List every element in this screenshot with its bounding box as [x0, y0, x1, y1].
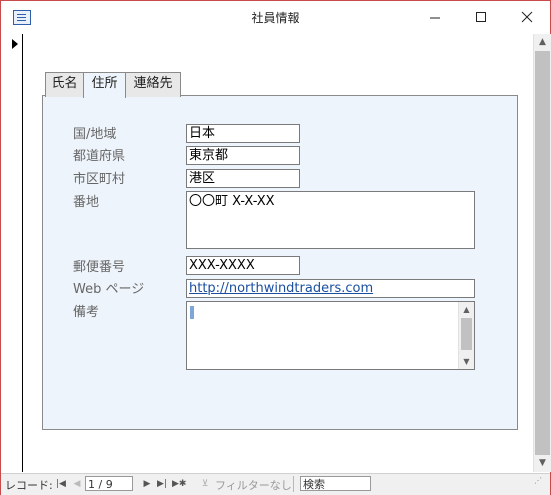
scroll-thumb[interactable]	[535, 51, 550, 455]
web-field[interactable]: http://northwindtraders.com	[186, 279, 475, 298]
city-label: 市区町村	[73, 172, 126, 187]
address-label: 番地	[73, 195, 100, 210]
record-selector[interactable]	[1, 34, 23, 472]
postal-label: 郵便番号	[73, 260, 126, 275]
scroll-down-icon[interactable]: ▼	[459, 354, 474, 369]
scroll-down-icon[interactable]: ▼	[534, 455, 551, 472]
notes-field[interactable]: ▲ ▼	[186, 301, 475, 370]
form-window: 社員情報 ▲ ▼ 国/地域 日本 都道府県 東京都 市区町村 港区 番地 〇〇町…	[0, 0, 551, 495]
tab-address[interactable]: 住所	[83, 72, 126, 98]
record-navigation-bar: レコード: |◀ ◀ 1 / 9 ▶ ▶| ▶✱ ⊻ フィルターなし 検索 ⋰	[1, 473, 550, 495]
address-field[interactable]: 〇〇町 X-X-XX	[186, 191, 475, 249]
text-caret	[190, 306, 194, 319]
new-record-icon[interactable]: ▶✱	[172, 477, 186, 491]
scroll-up-icon[interactable]: ▲	[459, 302, 474, 317]
notes-scroll-thumb[interactable]	[461, 318, 472, 350]
tab-name[interactable]: 氏名	[45, 72, 84, 97]
notes-scrollbar[interactable]: ▲ ▼	[458, 302, 474, 369]
record-number-input[interactable]: 1 / 9	[85, 476, 133, 491]
prefecture-field[interactable]: 東京都	[186, 146, 300, 165]
first-record-icon[interactable]: |◀	[55, 477, 67, 491]
close-icon[interactable]	[504, 1, 550, 33]
postal-field[interactable]: XXX-XXXX	[186, 256, 300, 275]
form-vertical-scrollbar[interactable]: ▲ ▼	[533, 34, 551, 472]
previous-record-icon[interactable]: ◀	[71, 477, 83, 491]
navbar-divider	[293, 476, 294, 492]
maximize-icon[interactable]	[458, 1, 504, 33]
record-label: レコード:	[5, 479, 53, 492]
prefecture-label: 都道府県	[73, 149, 126, 164]
tab-contact[interactable]: 連絡先	[125, 72, 181, 97]
last-record-icon[interactable]: ▶|	[156, 477, 168, 491]
web-label: Web ページ	[73, 282, 145, 297]
search-input[interactable]: 検索	[300, 476, 371, 491]
title-bar: 社員情報	[1, 1, 550, 33]
filter-status[interactable]: フィルターなし	[215, 477, 292, 493]
scroll-up-icon[interactable]: ▲	[534, 34, 551, 51]
minimize-icon[interactable]	[412, 1, 458, 33]
filter-icon: ⊻	[201, 479, 209, 489]
tab-panel-address: 国/地域 日本 都道府県 東京都 市区町村 港区 番地 〇〇町 X-X-XX 郵…	[42, 95, 518, 430]
resize-grip-icon[interactable]: ⋰	[534, 476, 548, 492]
next-record-icon[interactable]: ▶	[141, 477, 153, 491]
notes-label: 備考	[73, 305, 100, 320]
city-field[interactable]: 港区	[186, 169, 300, 188]
record-pointer-icon	[12, 39, 18, 49]
country-label: 国/地域	[73, 127, 117, 142]
country-field[interactable]: 日本	[186, 124, 300, 143]
